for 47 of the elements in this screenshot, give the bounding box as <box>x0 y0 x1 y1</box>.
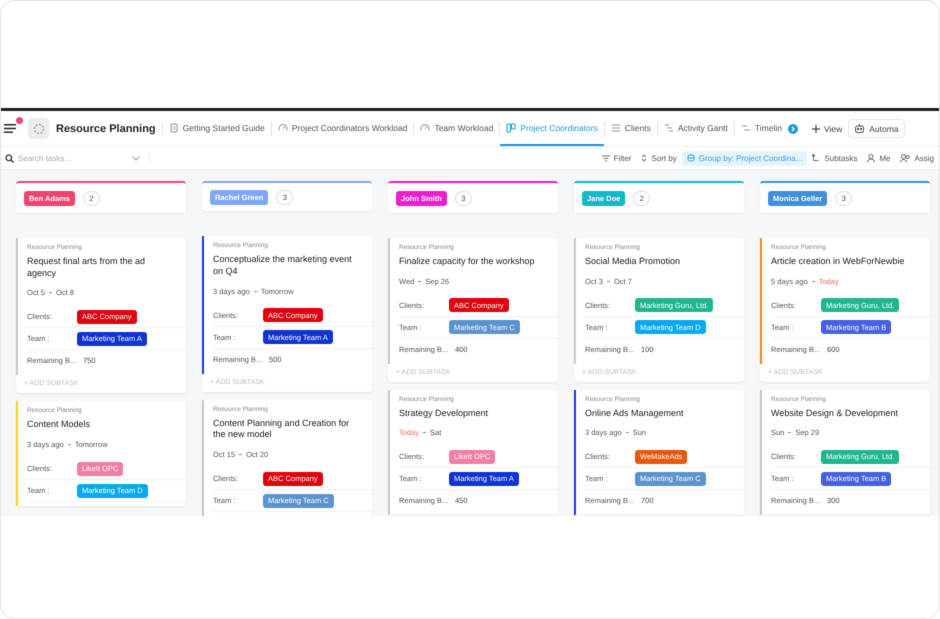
task-title: Content Models <box>27 419 92 432</box>
space-icon[interactable] <box>28 118 49 139</box>
list-icon <box>610 122 621 132</box>
sort-button[interactable]: Sort by <box>636 150 682 166</box>
notification-dot <box>16 117 23 124</box>
search-field[interactable]: Search tasks... <box>18 154 128 162</box>
subtasks-button[interactable]: Subtasks <box>807 150 862 166</box>
view-tab[interactable]: Project Coordinators <box>500 111 604 146</box>
chevron-down-icon[interactable] <box>132 156 140 160</box>
task-title: Article creation in WebForNewbie <box>771 256 906 268</box>
space-title: Resource Planning <box>56 122 156 134</box>
task-title: Online Ads Management <box>585 408 685 420</box>
robot-icon <box>854 123 866 134</box>
document-icon <box>168 122 179 132</box>
task-title: Conceptualize the marketing event on Q4 <box>213 254 353 278</box>
view-tab[interactable]: Timelin <box>734 111 788 146</box>
task-title: Website Design & Development <box>771 408 899 420</box>
view-tab[interactable]: Activity Gantt <box>658 111 734 146</box>
gantt-icon <box>664 122 674 132</box>
automations-button[interactable]: Automa <box>848 119 905 138</box>
filter-button[interactable]: Filter <box>596 150 636 166</box>
search-icon <box>5 154 14 162</box>
task-title: Social Media Promotion <box>585 256 682 268</box>
task-title: Strategy Development <box>399 408 490 420</box>
group-icon <box>686 154 695 162</box>
view-tab[interactable]: Project Coordinators Workload <box>272 111 414 146</box>
plus-icon <box>812 124 820 132</box>
gauge-icon <box>420 122 430 132</box>
timeline-icon <box>740 122 751 132</box>
view-tab[interactable]: Clients <box>604 111 657 146</box>
task-title: Content Planning and Creation for the new model <box>213 418 350 441</box>
sort-icon <box>641 154 648 162</box>
task-title: Request final arts from the ad agency <box>27 256 146 280</box>
people-icon <box>900 154 910 162</box>
add-view-button[interactable]: View <box>806 124 848 134</box>
board-icon <box>506 122 516 132</box>
view-tab[interactable]: Team Workload <box>414 111 500 146</box>
assignees-button[interactable]: Assig <box>895 150 939 166</box>
subtasks-icon <box>812 154 820 162</box>
person-icon <box>867 154 876 162</box>
menu-icon[interactable] <box>4 124 16 133</box>
task-title: Finalize capacity for the workshop <box>399 256 536 268</box>
filter-icon <box>602 154 610 162</box>
me-button[interactable]: Me <box>862 150 896 166</box>
view-tab[interactable]: Getting Started Guide <box>162 111 271 146</box>
gauge-icon <box>278 122 288 132</box>
scroll-right-icon[interactable] <box>788 124 798 134</box>
